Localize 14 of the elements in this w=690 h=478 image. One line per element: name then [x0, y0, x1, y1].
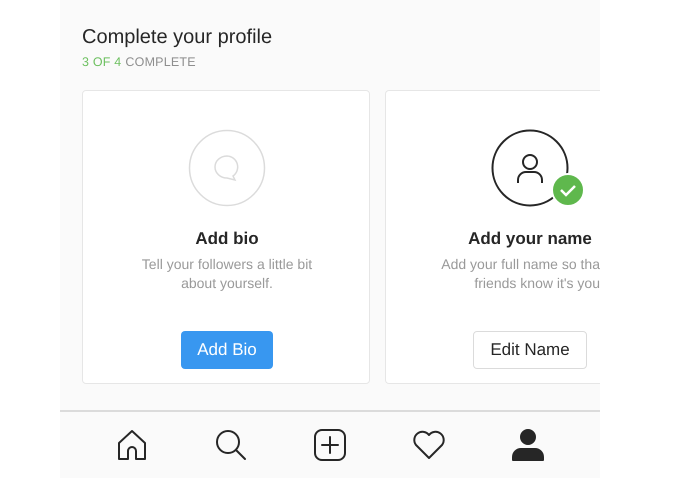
- card-description: Tell your followers a little bit about yourself.: [140, 255, 314, 293]
- heart-icon[interactable]: [412, 428, 446, 462]
- profile-icon[interactable]: [511, 428, 546, 462]
- edit-button[interactable]: Edit Name: [473, 331, 587, 369]
- speech-bubble-icon: [188, 129, 266, 207]
- section-title: Complete your profile: [82, 26, 274, 49]
- search-icon[interactable]: [214, 428, 248, 462]
- progress-count: 3 OF 4: [82, 55, 122, 69]
- card-title: Add bio: [195, 229, 259, 249]
- add-icon[interactable]: [312, 428, 347, 462]
- card-description: Add your full name so tha friends know it's you: [440, 255, 600, 293]
- progress-label: COMPLETE: [125, 55, 196, 69]
- card-title: Add your name: [468, 229, 592, 249]
- person-icon: [491, 129, 569, 207]
